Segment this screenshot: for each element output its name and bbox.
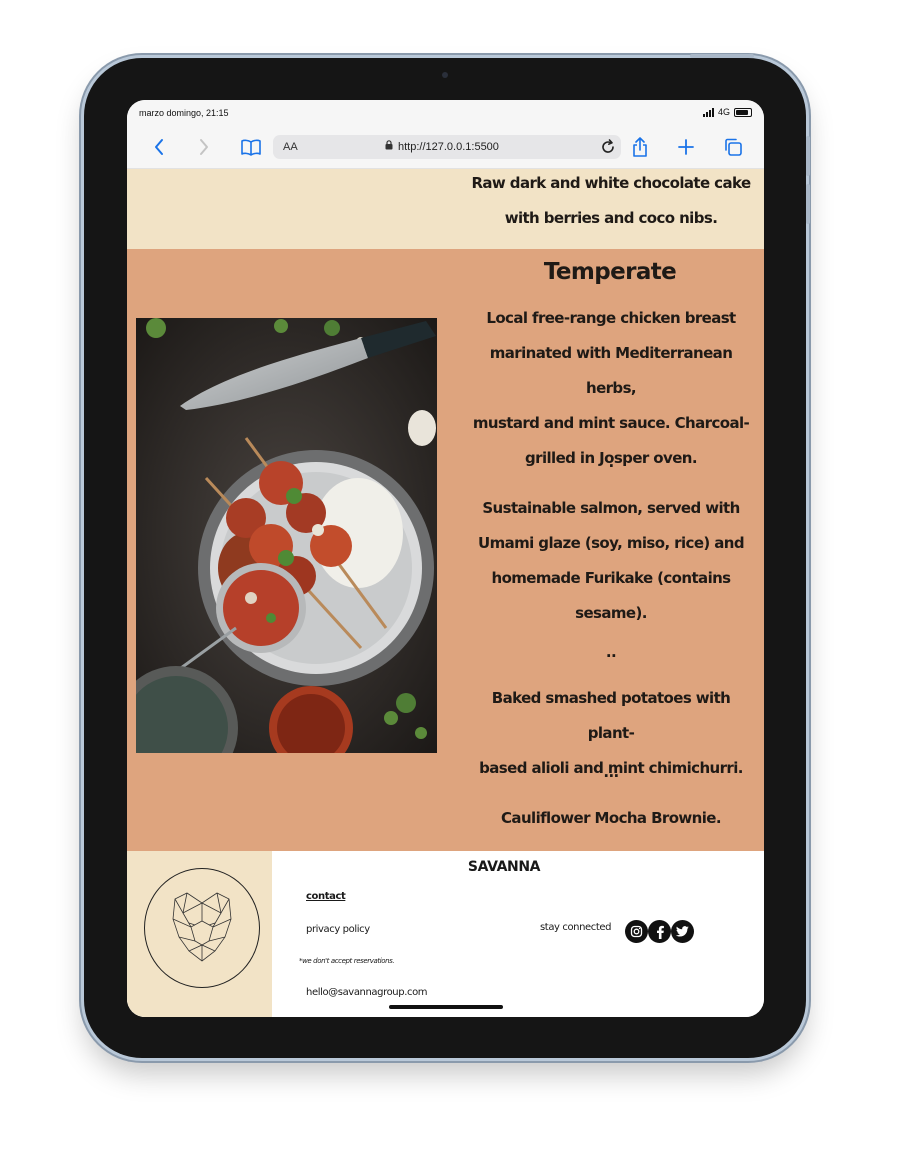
address-bar[interactable]: AA http://127.0.0.1:5500 — [273, 135, 621, 159]
dish-line: Umami glaze (soy, miso, rice) and — [477, 534, 745, 552]
temperate-section: Temperate Local free-range chicken breas… — [127, 249, 764, 851]
email-link[interactable]: hello@savannagroup.com — [306, 987, 428, 998]
url-text: http://127.0.0.1:5500 — [398, 140, 499, 153]
dish-salmon: Sustainable salmon, served with Umami gl… — [468, 491, 754, 631]
home-indicator — [389, 1005, 503, 1009]
footer-brand: SAVANNA — [467, 859, 541, 875]
contact-link[interactable]: contact — [306, 891, 346, 902]
logo-panel — [127, 851, 272, 1017]
bookmarks-icon[interactable] — [239, 135, 263, 159]
url-display[interactable]: http://127.0.0.1:5500 — [385, 140, 499, 153]
dessert-line: with berries and coco nibs. — [504, 209, 718, 227]
status-indicators: 4G — [702, 107, 752, 117]
volume-down-button — [806, 184, 810, 224]
reload-icon[interactable] — [599, 138, 617, 161]
reservations-note: *we don't accept reservations. — [299, 957, 395, 965]
share-icon[interactable] — [628, 135, 652, 159]
dish-line: Local free-range chicken breast — [486, 309, 736, 327]
privacy-policy-link[interactable]: privacy policy — [306, 924, 370, 935]
network-type: 4G — [717, 107, 730, 117]
instagram-icon[interactable] — [625, 920, 648, 943]
status-bar: marzo domingo, 21:15 4G — [127, 100, 764, 128]
dish-line: mustard and mint sauce. Charcoal- — [472, 414, 750, 432]
twitter-icon[interactable] — [671, 920, 694, 943]
page-content: Raw dark and white chocolate cake with b… — [127, 169, 764, 1017]
separator-3: ... — [603, 763, 619, 781]
volume-up-button — [806, 136, 810, 176]
dish-line: Baked smashed potatoes with plant- — [491, 689, 731, 742]
stay-connected-label: stay connected — [540, 922, 612, 933]
dish-line: marinated with Mediterranean herbs, — [489, 344, 733, 397]
separator-2: .. — [605, 643, 617, 661]
food-photo — [136, 318, 437, 753]
dish-line: homemade Furikake (contains — [491, 569, 731, 587]
back-icon[interactable] — [147, 135, 171, 159]
forward-icon[interactable] — [192, 135, 216, 159]
dessert-line: Raw dark and white chocolate cake — [471, 174, 751, 192]
cougar-icon — [172, 892, 232, 962]
battery-icon — [734, 107, 752, 117]
dish-line: Sustainable salmon, served with — [482, 499, 740, 517]
site-footer: SAVANNA contact privacy policy *we don't… — [127, 851, 764, 1017]
section-title: Temperate — [543, 259, 677, 285]
power-button — [690, 54, 754, 58]
dish-brownie: Cauliflower Mocha Brownie. — [501, 809, 722, 827]
signal-icon — [702, 107, 714, 117]
text-size-button[interactable]: AA — [283, 141, 298, 153]
dessert-section: Raw dark and white chocolate cake with b… — [127, 169, 764, 249]
front-camera — [442, 72, 448, 78]
dessert-text: Raw dark and white chocolate cake with b… — [468, 166, 754, 236]
new-tab-icon[interactable] — [674, 135, 698, 159]
tabs-icon[interactable] — [721, 135, 745, 159]
logo — [144, 868, 260, 988]
dish-line: sesame). — [575, 604, 647, 622]
lock-icon — [385, 140, 393, 153]
screen: marzo domingo, 21:15 4G AA http://127.0.… — [127, 100, 764, 1017]
facebook-icon[interactable] — [648, 920, 671, 943]
status-time: marzo domingo, 21:15 — [139, 108, 229, 118]
separator-1: . — [608, 453, 614, 471]
browser-toolbar: AA http://127.0.0.1:5500 — [127, 128, 764, 169]
